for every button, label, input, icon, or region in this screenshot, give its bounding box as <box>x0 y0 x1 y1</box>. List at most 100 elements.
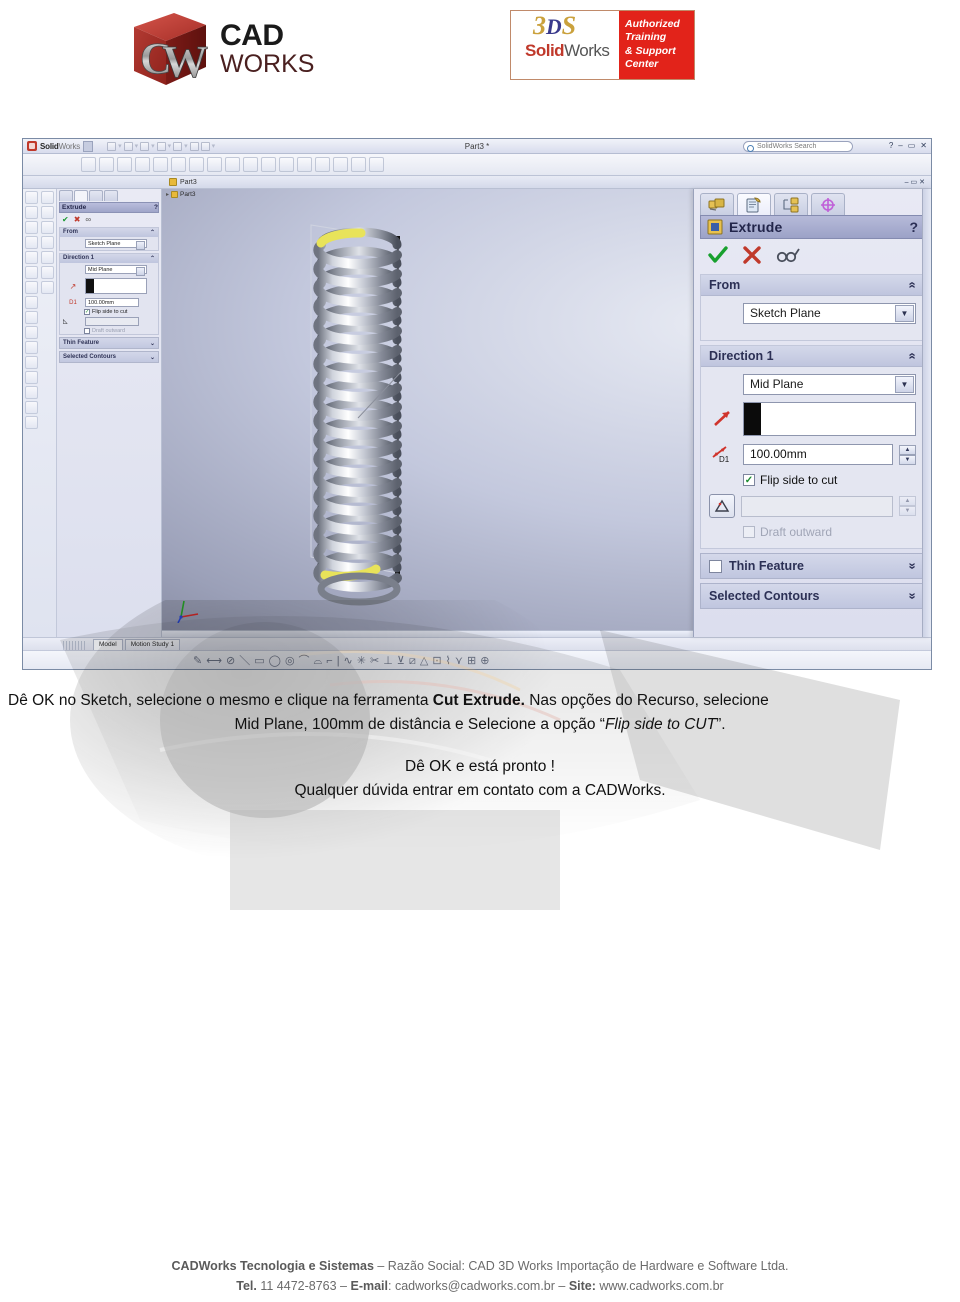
end-condition-select[interactable]: Mid Plane ▼ <box>743 374 916 395</box>
hole-wizard-tool-icon[interactable] <box>24 341 38 354</box>
maximize-button[interactable]: ▭ <box>908 141 916 150</box>
view-toolbar[interactable] <box>40 189 57 637</box>
wrap-icon[interactable] <box>279 157 294 172</box>
options-icon[interactable] <box>200 141 210 151</box>
property-manager-tab[interactable] <box>737 193 771 215</box>
instant3d-icon[interactable] <box>369 157 384 172</box>
measure-tool-icon[interactable] <box>24 416 38 429</box>
quick-access-toolbar[interactable]: ▾ ▾ ▾ ▾ ▾ ▾ <box>107 141 215 151</box>
rib-icon[interactable] <box>225 157 240 172</box>
draft-on-off-button[interactable] <box>709 494 735 518</box>
draft-tool-icon[interactable] <box>24 371 38 384</box>
property-manager-tab-strip[interactable] <box>694 189 931 215</box>
loft-tool-icon[interactable] <box>24 236 38 249</box>
property-manager-panel-small[interactable]: Extrude ? ✔ ✖ ∞ From ⌃ Sketch Plane Direc… <box>57 189 162 637</box>
extruded-boss-icon[interactable] <box>81 157 96 172</box>
solidworks-search-input[interactable]: SolidWorks Search <box>743 141 853 152</box>
from-collapse-icon[interactable]: « <box>906 282 920 289</box>
help-button[interactable]: ? <box>889 141 893 150</box>
cancel-x-icon-small[interactable]: ✖ <box>74 215 81 224</box>
extruded-cut-icon[interactable] <box>153 157 168 172</box>
direction1-group-header[interactable]: Direction 1 « <box>701 346 924 367</box>
sketch-tool-icon[interactable] <box>41 191 55 204</box>
chamfer-tool-icon[interactable] <box>24 296 38 309</box>
pm-small-help[interactable]: ? <box>154 204 158 211</box>
property-manager-tab-small[interactable] <box>74 190 88 201</box>
from-group-header[interactable]: From « <box>701 275 924 296</box>
shell-icon[interactable] <box>243 157 258 172</box>
minimize-button[interactable]: – <box>898 141 902 150</box>
draft-angle-icon-small[interactable]: ◺ <box>63 318 83 325</box>
save-icon[interactable] <box>140 141 150 151</box>
ok-check-icon-small[interactable]: ✔ <box>62 215 69 224</box>
mirror-icon[interactable] <box>315 157 330 172</box>
features-toolbar[interactable] <box>23 189 40 637</box>
feature-manager-tab-small[interactable] <box>59 190 73 201</box>
rebuild-icon[interactable] <box>189 141 199 151</box>
sw-command-ribbon[interactable] <box>23 154 931 176</box>
open-document-icon[interactable] <box>123 141 133 151</box>
depth-spin-down[interactable]: ▼ <box>899 454 916 465</box>
reference-geometry-icon[interactable] <box>333 157 348 172</box>
preview-glasses-icon-small[interactable]: ∞ <box>85 215 91 224</box>
dimxpert-tab-small[interactable] <box>104 190 118 201</box>
linear-pattern-icon[interactable] <box>297 157 312 172</box>
thin-feature-section[interactable]: Thin Feature » <box>700 553 925 579</box>
new-document-icon[interactable] <box>107 141 117 151</box>
sweep-tool-icon[interactable] <box>24 221 38 234</box>
revolved-cut-icon[interactable] <box>171 157 186 172</box>
property-manager-help-button[interactable]: ? <box>909 219 918 235</box>
pm-small-endcondition-select[interactable]: Mid Plane <box>85 265 147 276</box>
revolved-boss-icon[interactable] <box>99 157 114 172</box>
depth-input[interactable]: 100.00mm <box>743 444 893 465</box>
start-condition-select[interactable]: Sketch Plane ▼ <box>743 303 916 324</box>
pm-small-action-row[interactable]: ✔ ✖ ∞ <box>57 213 161 225</box>
preview-glasses-icon[interactable] <box>776 246 802 264</box>
selected-contours-expand-icon[interactable]: » <box>906 593 920 600</box>
mirror-tool-icon[interactable] <box>24 401 38 414</box>
pm-small-tab-strip[interactable] <box>57 189 161 201</box>
dimxpert-manager-tab[interactable] <box>811 193 845 215</box>
curves-icon[interactable] <box>351 157 366 172</box>
point-tool-icon[interactable] <box>41 281 55 294</box>
menu-expand-arrow-icon[interactable] <box>83 140 94 152</box>
pm-small-direction-ref-box[interactable] <box>85 278 147 294</box>
configuration-manager-tab[interactable] <box>774 193 808 215</box>
direction1-chevron-down-icon[interactable]: ▼ <box>895 376 914 393</box>
cancel-x-icon[interactable] <box>742 246 762 264</box>
configuration-manager-tab-small[interactable] <box>89 190 103 201</box>
swept-boss-icon[interactable] <box>117 157 132 172</box>
rib-tool-icon[interactable] <box>24 326 38 339</box>
pattern-tool-icon[interactable] <box>24 386 38 399</box>
pm-small-from-select[interactable]: Sketch Plane <box>85 239 147 250</box>
flip-side-to-cut-checkbox[interactable]: ✓ Flip side to cut <box>743 473 916 487</box>
helix-tool-icon[interactable] <box>41 251 55 264</box>
undo-icon[interactable] <box>173 141 183 151</box>
property-manager-actions[interactable] <box>694 239 931 270</box>
ok-check-icon[interactable] <box>708 246 728 264</box>
chamfer-icon[interactable] <box>207 157 222 172</box>
thin-feature-checkbox[interactable] <box>709 559 722 573</box>
from-chevron-down-icon[interactable]: ▼ <box>895 305 914 322</box>
depth-spinner[interactable]: ▲ ▼ <box>899 444 916 465</box>
direction1-collapse-icon[interactable]: « <box>906 353 920 360</box>
coordinate-system-icon[interactable] <box>41 266 55 279</box>
close-button[interactable]: ✕ <box>920 141 927 150</box>
draft-icon[interactable] <box>261 157 276 172</box>
dome-tool-icon[interactable] <box>24 356 38 369</box>
revolve-tool-icon[interactable] <box>24 206 38 219</box>
flip-checkbox-box[interactable]: ✓ <box>743 474 755 486</box>
axis-tool-icon[interactable] <box>41 221 55 234</box>
plane-tool-icon[interactable] <box>41 206 55 219</box>
thin-feature-expand-icon[interactable]: » <box>906 563 920 570</box>
doc-window-controls[interactable]: –▭✕ <box>905 178 927 186</box>
property-manager-scrollbar[interactable] <box>922 189 931 637</box>
direction-arrow-icon-small[interactable]: ↗ <box>63 282 83 291</box>
shell-tool-icon[interactable] <box>24 311 38 324</box>
cut-revolve-tool-icon[interactable] <box>24 266 38 279</box>
cut-extrude-tool-icon[interactable] <box>24 251 38 264</box>
pm-small-depth-input[interactable]: 100.00mm <box>85 298 139 307</box>
reverse-direction-arrow-icon[interactable] <box>709 408 737 431</box>
lofted-boss-icon[interactable] <box>135 157 150 172</box>
left-toolbars[interactable] <box>23 189 57 637</box>
